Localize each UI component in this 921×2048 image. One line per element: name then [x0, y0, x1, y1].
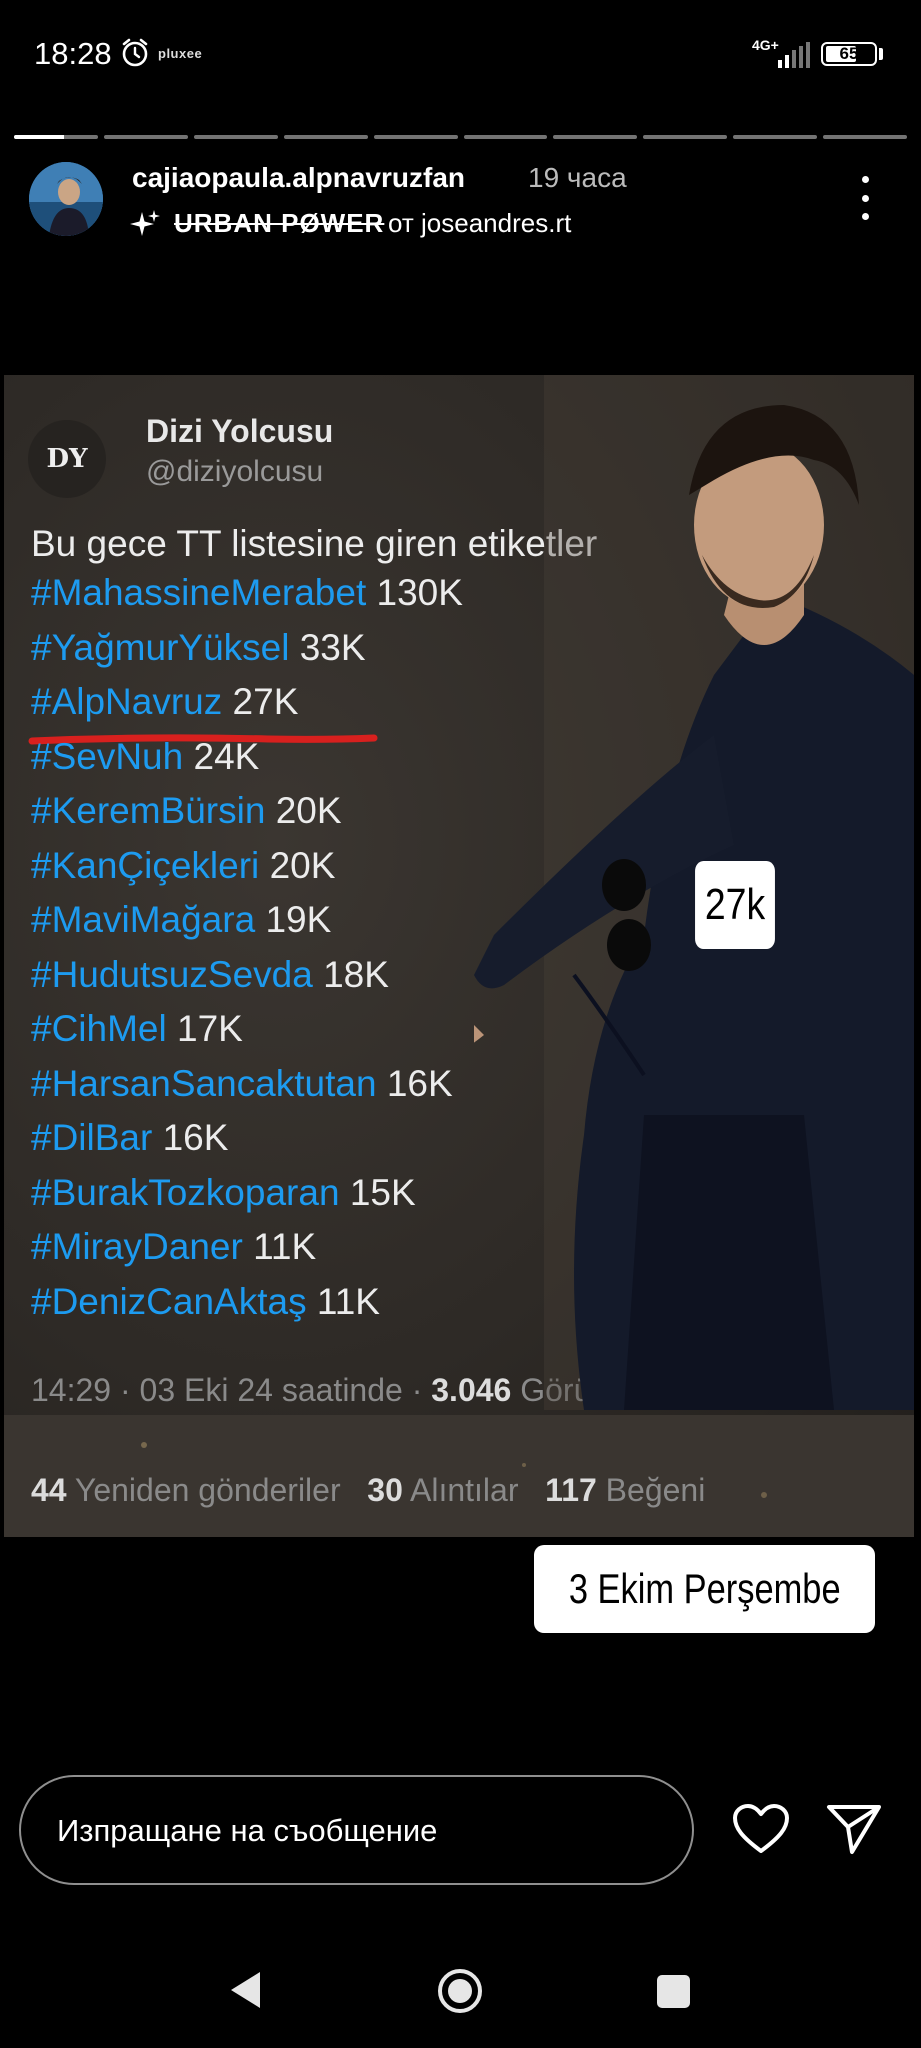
tweet-handle: @diziyolcusu [146, 455, 324, 488]
signal-icon [778, 42, 810, 68]
tweet-account-logo: DY [28, 420, 106, 498]
hashtag-row: #AlpNavruz 27K [31, 681, 298, 723]
story-progress-segment [283, 135, 368, 139]
quotes-count: 30 [367, 1472, 403, 1508]
story-progress-segment [193, 135, 278, 139]
hashtag-row: #MahassineMerabet 130K [31, 572, 463, 614]
hashtag-count: 11K [316, 1280, 380, 1322]
story-progress-segment [553, 135, 638, 139]
hashtag-link[interactable]: #YağmurYüksel [31, 627, 289, 668]
hashtag-link[interactable]: #HudutsuzSevda [31, 954, 313, 995]
story-progress-segment [733, 135, 818, 139]
send-icon[interactable] [826, 1803, 882, 1855]
hashtag-link[interactable]: #SevNuh [31, 736, 183, 777]
retweets-label: Yeniden gönderiler [74, 1472, 341, 1508]
story-progress-segment [643, 135, 728, 139]
sparkle-icon [130, 210, 160, 236]
hashtag-row: #HarsanSancaktutan 16K [31, 1063, 453, 1105]
hashtag-row: #MirayDaner 11K [31, 1226, 316, 1268]
music-attribution[interactable]: от joseandres.rt [388, 208, 571, 239]
date-sticker-text: 3 Ekim Perşembe [568, 1565, 841, 1612]
hashtag-row: #KeremBürsin 20K [31, 790, 342, 832]
hashtag-row: #DenizCanAktaş 11K [31, 1281, 380, 1323]
recent-apps-icon[interactable] [657, 1975, 690, 2008]
story-progress-segment [14, 135, 98, 139]
hashtag-row: #SevNuh 24K [31, 736, 259, 778]
hashtag-count: 16K [386, 1062, 453, 1104]
hashtag-count: 19K [265, 899, 332, 940]
hashtag-link[interactable]: #DilBar [31, 1117, 152, 1158]
hashtag-link[interactable]: #CihMel [31, 1008, 167, 1049]
hashtag-link[interactable]: #MirayDaner [31, 1226, 243, 1267]
hashtag-link[interactable]: #MaviMağara [31, 899, 255, 940]
hashtag-link[interactable]: #AlpNavruz [31, 681, 222, 722]
date-sticker: 3 Ekim Perşembe [534, 1545, 875, 1633]
hashtag-count: 33K [299, 626, 366, 668]
hashtag-count: 17K [177, 1008, 243, 1049]
message-placeholder: Изпращане на съобщение [57, 1813, 438, 1848]
more-options-button[interactable] [855, 176, 875, 220]
story-time: 19 часа [528, 162, 627, 193]
retweets-count: 44 [31, 1472, 67, 1508]
hashtag-count: 20K [269, 844, 336, 886]
avatar-image [29, 162, 103, 236]
more-icon [861, 176, 869, 183]
battery-icon: 65 [821, 42, 877, 66]
hashtag-count: 11K [253, 1226, 317, 1267]
hashtag-row: #KanÇiçekleri 20K [31, 845, 335, 887]
status-time: 18:28 [34, 36, 112, 71]
hashtag-link[interactable]: #BurakTozkoparan [31, 1172, 340, 1213]
tweet-stats: 44 Yeniden gönderiler 30 Alıntılar 117 B… [31, 1472, 705, 1509]
music-title[interactable]: URBAN PØWER [174, 208, 384, 239]
hashtag-link[interactable]: #KeremBürsin [31, 790, 265, 831]
message-input[interactable]: Изпращане на съобщение [19, 1775, 694, 1885]
quotes-label: Alıntılar [410, 1472, 519, 1508]
hashtag-count: 20K [275, 790, 342, 831]
hashtag-row: #CihMel 17K [31, 1008, 243, 1050]
back-icon[interactable] [228, 1970, 264, 2010]
hashtag-row: #HudutsuzSevda 18K [31, 954, 389, 996]
hashtag-link[interactable]: #HarsanSancaktutan [31, 1063, 377, 1104]
network-type: 4G+ [752, 37, 779, 53]
tweet-display-name: Dizi Yolcusu [146, 413, 334, 449]
hashtag-count: 130K [376, 572, 463, 613]
likes-count: 117 [545, 1472, 597, 1508]
heart-icon[interactable] [732, 1803, 790, 1855]
hashtag-row: #YağmurYüksel 33K [31, 627, 366, 669]
hashtag-link[interactable]: #KanÇiçekleri [31, 845, 259, 886]
hashtag-count: 18K [323, 953, 389, 995]
hashtag-row: #BurakTozkoparan 15K [31, 1172, 416, 1214]
hashtag-count: 16K [162, 1117, 229, 1158]
hashtag-count: 27K [232, 681, 299, 722]
story-progress-segment [823, 135, 908, 139]
story-progress-segment [463, 135, 548, 139]
alarm-icon [122, 38, 148, 67]
tweet-date: 14:29 · 03 Eki 24 saatinde · [31, 1372, 423, 1408]
hashtag-link[interactable]: #MahassineMerabet [31, 572, 366, 613]
status-app-label: pluxee [158, 46, 203, 61]
more-icon [861, 213, 869, 220]
story-image[interactable]: DY Dizi Yolcusu @diziyolcusu Bu gece TT … [4, 375, 914, 1537]
hashtag-row: #DilBar 16K [31, 1117, 228, 1159]
count-sticker: 27k [695, 861, 775, 949]
person-photo-cutout [474, 375, 914, 1410]
hashtag-count: 24K [193, 735, 260, 777]
hashtag-row: #MaviMağara 19K [31, 899, 331, 941]
more-icon [861, 194, 869, 202]
hashtag-link[interactable]: #DenizCanAktaş [31, 1281, 307, 1322]
likes-label: Beğeni [605, 1472, 706, 1508]
battery-level: 65 [839, 44, 859, 63]
story-username[interactable]: cajiaopaula.alpnavruzfan [132, 162, 465, 194]
home-icon[interactable] [437, 1968, 483, 2014]
avatar[interactable] [29, 162, 103, 236]
hashtag-count: 15K [349, 1171, 416, 1213]
story-progress-segment [103, 135, 188, 139]
battery-tip [879, 48, 883, 60]
story-progress-bar [14, 135, 908, 139]
story-progress-fill [14, 135, 65, 139]
story-progress-segment [373, 135, 458, 139]
